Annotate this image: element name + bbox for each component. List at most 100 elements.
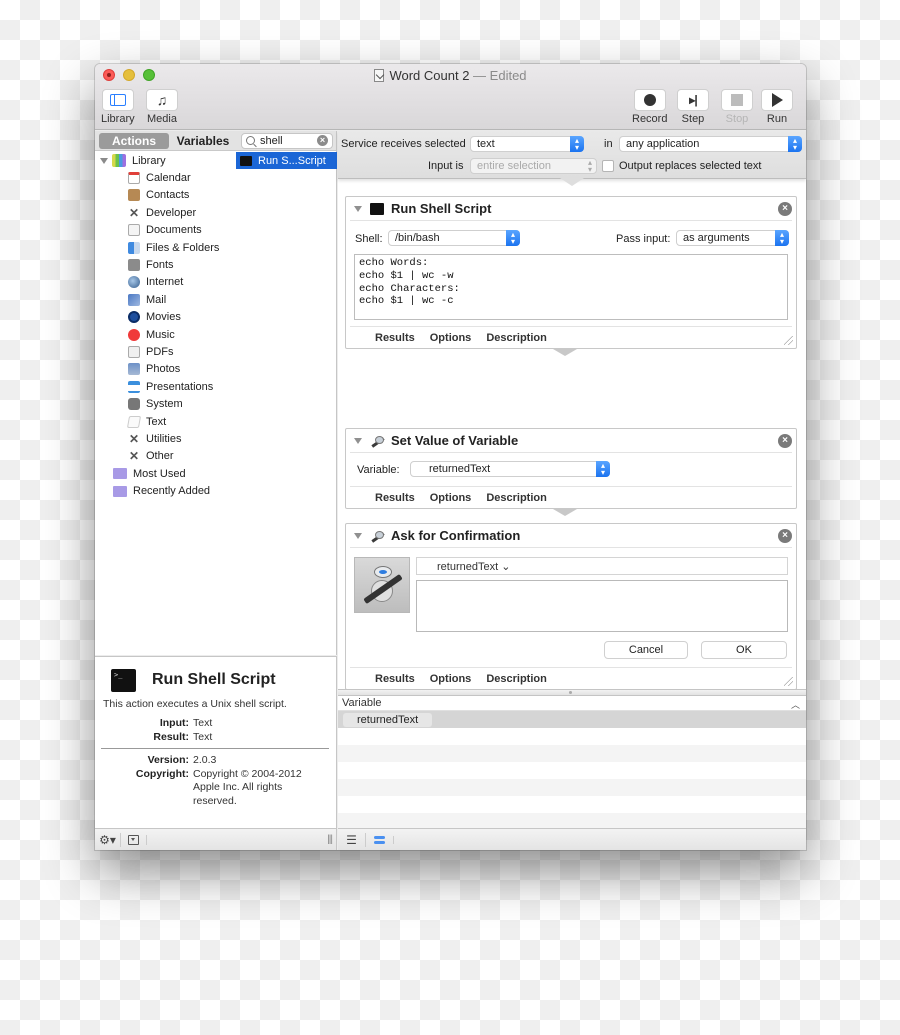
library-tree: Library Calendar Contacts ✕ Developer Doc… (95, 152, 235, 500)
resize-grip[interactable] (784, 336, 793, 345)
version-value: 2.0.3 (193, 754, 217, 766)
options-tab[interactable]: Options (430, 492, 472, 504)
description-tab[interactable]: Description (486, 492, 547, 504)
variable-popup[interactable]: returnedText ▴ ▾ (410, 461, 610, 477)
tree-item-label: Recently Added (133, 485, 211, 498)
gear-menu-button[interactable]: ⚙▾ (95, 832, 121, 847)
tree-item-developer[interactable]: ✕ Developer (95, 204, 235, 221)
disclosure-triangle-icon[interactable] (354, 205, 362, 212)
tree-item-text[interactable]: Text (95, 413, 235, 430)
music-icon (128, 328, 140, 341)
description-tab[interactable]: Description (486, 332, 547, 344)
media-toolbar-button[interactable]: ♫ Media (146, 89, 178, 125)
tree-item-movies[interactable]: Movies (95, 309, 235, 326)
empty-row (338, 745, 806, 762)
library-icon (109, 94, 126, 106)
action-header[interactable]: Set Value of Variable × (350, 429, 792, 453)
library-search-field[interactable]: shell × (241, 132, 333, 149)
result-item-run-shell-script[interactable]: Run S...Script (236, 152, 337, 169)
sort-ascending-icon[interactable]: ︿ (791, 698, 800, 711)
record-button[interactable]: Record (632, 89, 667, 125)
tree-item-files-folders[interactable]: Files & Folders (95, 239, 235, 256)
pass-input-popup[interactable]: as arguments ▴ ▾ (676, 230, 789, 246)
stop-button[interactable]: Stop (721, 89, 753, 125)
record-icon (643, 94, 656, 106)
disclosure-triangle-icon[interactable] (354, 532, 362, 539)
tab-actions[interactable]: Actions (99, 132, 169, 149)
service-connector (560, 178, 584, 186)
clear-search-icon[interactable]: × (317, 135, 328, 146)
options-tab[interactable]: Options (430, 332, 472, 344)
split-view-divider[interactable] (338, 689, 806, 696)
tree-item-music[interactable]: Music (95, 326, 235, 343)
stop-label: Stop (725, 113, 749, 125)
input-is-popup[interactable]: entire selection ▴ ▾ (470, 158, 597, 174)
tree-item-library[interactable]: Library (95, 152, 235, 169)
variable-token[interactable]: returnedText ⌄ (437, 560, 510, 573)
confirmation-detail-field[interactable] (416, 580, 788, 632)
tree-item-recently-added[interactable]: Recently Added (95, 482, 235, 499)
title-separator: — (473, 68, 487, 83)
library-label: Library (101, 113, 135, 125)
show-log-button[interactable]: ☰ (338, 832, 366, 847)
tab-variables[interactable]: Variables (169, 133, 237, 149)
application-popup[interactable]: any application ▴ ▾ (619, 136, 802, 152)
tree-item-presentations[interactable]: Presentations (95, 378, 235, 395)
results-tab[interactable]: Results (375, 673, 415, 685)
pane-resize-handle[interactable]: ||| (327, 834, 333, 845)
empty-row (338, 779, 806, 796)
tree-item-most-used[interactable]: Most Used (95, 465, 235, 482)
tree-item-label: Contacts (146, 189, 190, 202)
resize-grip[interactable] (784, 677, 793, 686)
tree-item-fonts[interactable]: Fonts (95, 256, 235, 273)
results-tab[interactable]: Results (375, 492, 415, 504)
confirmation-message-field[interactable]: returnedText ⌄ (416, 557, 788, 575)
workflow-bottom-bar: ☰ (338, 828, 806, 850)
remove-action-icon[interactable]: × (778, 202, 792, 216)
action-header[interactable]: Run Shell Script × (350, 197, 792, 221)
search-input[interactable]: shell (260, 135, 317, 147)
show-variables-button[interactable] (366, 835, 394, 844)
tree-item-label: Documents (146, 224, 202, 237)
tree-item-other[interactable]: ✕ Other (95, 448, 235, 465)
ok-button[interactable]: OK (701, 641, 787, 659)
cancel-button[interactable]: Cancel (604, 641, 688, 659)
tree-item-utilities[interactable]: ✕ Utilities (95, 430, 235, 447)
tree-item-system[interactable]: System (95, 395, 235, 412)
tree-item-label: Music (146, 328, 175, 341)
receives-type-popup[interactable]: text ▴ ▾ (470, 136, 584, 152)
variable-column-header[interactable]: Variable ︿ (338, 696, 806, 711)
action-title: Run Shell Script (391, 201, 492, 216)
shell-script-editor[interactable]: echo Words: echo $1 | wc -w echo Charact… (354, 254, 788, 320)
tree-item-internet[interactable]: Internet (95, 274, 235, 291)
variable-row[interactable]: returnedText (338, 711, 806, 728)
popup-stepper-icon: ▴ ▾ (587, 158, 592, 174)
tree-item-contacts[interactable]: Contacts (95, 187, 235, 204)
action-footer: Results Options Description (350, 486, 792, 508)
shell-popup[interactable]: /bin/bash ▴ ▾ (388, 230, 520, 246)
remove-action-icon[interactable]: × (778, 434, 792, 448)
description-tab[interactable]: Description (486, 673, 547, 685)
step-button[interactable]: ▸| Step (677, 89, 709, 125)
tree-item-photos[interactable]: Photos (95, 361, 235, 378)
disclosure-triangle-icon[interactable] (354, 437, 362, 444)
popup-value: returnedText (429, 463, 491, 475)
divider (101, 748, 329, 749)
tree-item-pdfs[interactable]: PDFs (95, 343, 235, 360)
variable-token[interactable]: returnedText (343, 712, 433, 727)
options-tab[interactable]: Options (430, 673, 472, 685)
results-tab[interactable]: Results (375, 332, 415, 344)
popup-value: any application (626, 138, 700, 150)
tree-item-mail[interactable]: Mail (95, 291, 235, 308)
library-toolbar-button[interactable]: Library (101, 89, 135, 125)
toggle-description-button[interactable] (121, 834, 147, 845)
action-header[interactable]: Ask for Confirmation × (350, 524, 792, 548)
disclosure-triangle-icon[interactable] (100, 157, 108, 164)
remove-action-icon[interactable]: × (778, 529, 792, 543)
tree-item-documents[interactable]: Documents (95, 222, 235, 239)
pass-input-label: Pass input: (616, 233, 671, 245)
tree-item-calendar[interactable]: Calendar (95, 169, 235, 186)
automator-robot-icon[interactable] (354, 557, 410, 613)
run-button[interactable]: Run (761, 89, 793, 125)
output-replaces-checkbox[interactable] (602, 160, 614, 172)
